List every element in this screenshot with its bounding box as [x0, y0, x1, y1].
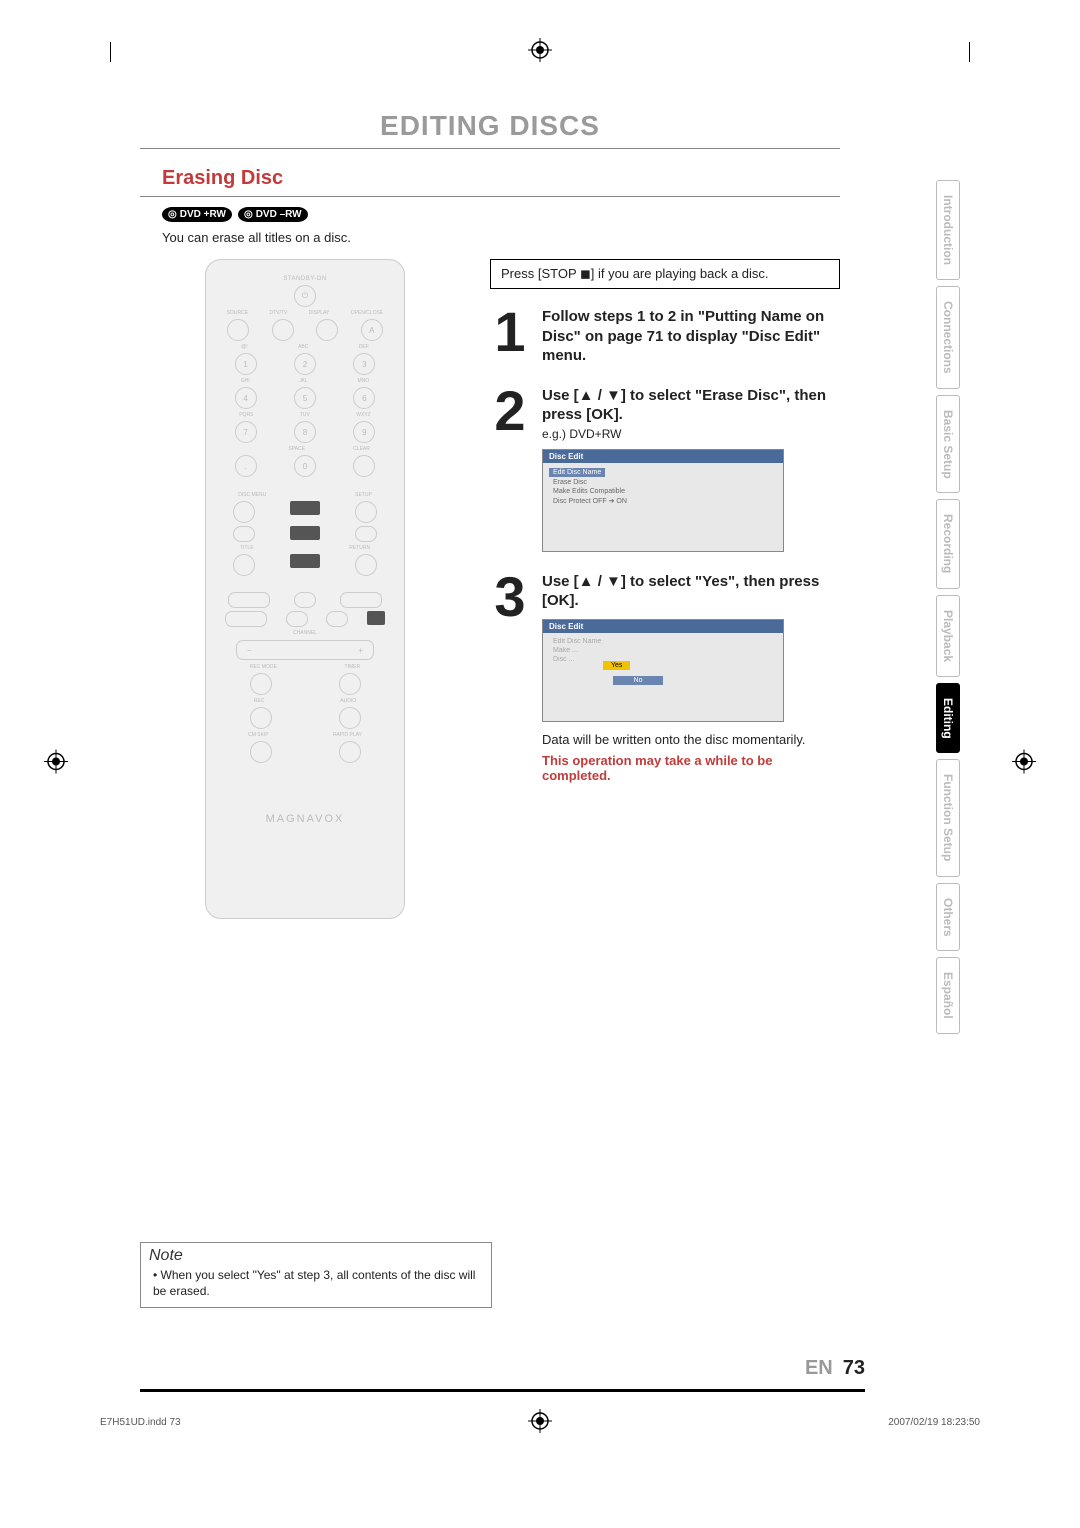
step-number: 3 [490, 572, 530, 783]
note-title: Note [141, 1243, 491, 1267]
section-tabs: Introduction Connections Basic Setup Rec… [936, 180, 964, 1040]
step-2: 2 Use [▲ / ▼] to select "Erase Disc", th… [490, 386, 840, 552]
section-heading: Erasing Disc [162, 167, 840, 190]
registration-mark-top [528, 38, 552, 62]
remote-up-button [290, 501, 320, 515]
title-rule [140, 148, 840, 149]
remote-illustration-column: STANDBY-ON ⏻ SOURCEDTV/TVDISPLAYOPEN/CLO… [140, 259, 470, 919]
manual-page: Introduction Connections Basic Setup Rec… [0, 0, 1080, 1528]
osd-item: Erase Disc [549, 478, 777, 487]
registration-mark-right [1012, 750, 1036, 779]
page-content: EDITING DISCS Erasing Disc ◎DVD +RW ◎DVD… [140, 110, 840, 919]
badge-dvd-minus-rw: ◎DVD –RW [238, 207, 308, 222]
intro-text: You can erase all titles on a disc. [162, 230, 840, 245]
osd-screen-disc-edit: Disc Edit Edit Disc Name Erase Disc Make… [542, 449, 784, 552]
remote-standby-button: ⏻ [294, 285, 316, 307]
remote-standby-label: STANDBY-ON [216, 276, 394, 282]
language-code: EN [805, 1357, 833, 1379]
step-heading: Use [▲ / ▼] to select "Yes", then press … [542, 572, 840, 611]
tab-basic-setup: Basic Setup [936, 395, 960, 494]
section-rule [140, 196, 840, 197]
prestep-note: Press [STOP ◼] if you are playing back a… [490, 259, 840, 289]
remote-stop-button [367, 611, 385, 625]
page-num: 73 [843, 1357, 865, 1379]
tab-introduction: Introduction [936, 180, 960, 280]
osd-item: Edit Disc Name [549, 468, 605, 477]
step-number: 2 [490, 386, 530, 552]
step-1: 1 Follow steps 1 to 2 in "Putting Name o… [490, 307, 840, 366]
osd-yes-option: Yes [603, 661, 630, 670]
osd-item-faded: Make ... [549, 646, 777, 655]
remote-control-illustration: STANDBY-ON ⏻ SOURCEDTV/TVDISPLAYOPEN/CLO… [205, 259, 405, 919]
osd-item: Make Edits Compatible [549, 487, 777, 496]
print-file: E7H51UD.indd 73 [100, 1417, 181, 1428]
step-heading: Use [▲ / ▼] to select "Erase Disc", then… [542, 386, 840, 425]
tab-others: Others [936, 883, 960, 952]
tab-recording: Recording [936, 499, 960, 588]
print-footer: E7H51UD.indd 73 2007/02/19 18:23:50 [100, 1417, 980, 1428]
osd-title: Disc Edit [543, 620, 783, 633]
tab-function-setup: Function Setup [936, 759, 960, 876]
step-number: 1 [490, 307, 530, 366]
remote-row1-labels: SOURCEDTV/TVDISPLAYOPEN/CLOSE [216, 310, 394, 316]
footer-rule [140, 1389, 865, 1392]
step-warning: This operation may take a while to be co… [542, 753, 840, 783]
tab-editing: Editing [936, 683, 960, 754]
note-body: • When you select "Yes" at step 3, all c… [141, 1267, 491, 1307]
osd-item: Disc Protect OFF ➔ ON [549, 496, 777, 506]
osd-item-faded: Disc ... [549, 655, 777, 664]
tab-espanol: Español [936, 957, 960, 1034]
osd-item-faded: Edit Disc Name [549, 637, 777, 646]
osd-screen-confirm: Disc Edit Edit Disc Name Make ... Disc .… [542, 619, 784, 722]
steps-column: Press [STOP ◼] if you are playing back a… [490, 259, 840, 919]
note-box: Note • When you select "Yes" at step 3, … [140, 1242, 492, 1308]
print-date: 2007/02/19 18:23:50 [888, 1417, 980, 1428]
remote-channel-rocker: −+ [236, 640, 374, 660]
remote-down-button [290, 554, 320, 568]
page-number: EN 73 [805, 1357, 865, 1380]
step-subtext: e.g.) DVD+RW [542, 427, 840, 441]
registration-mark-left [44, 750, 68, 779]
step-after-text: Data will be written onto the disc momen… [542, 732, 840, 747]
badge-dvd-plus-rw: ◎DVD +RW [162, 207, 232, 222]
tab-playback: Playback [936, 595, 960, 677]
step-heading: Follow steps 1 to 2 in "Putting Name on … [542, 307, 840, 366]
tab-connections: Connections [936, 286, 960, 389]
remote-channel-label: CHANNEL [216, 630, 394, 636]
remote-brand: MAGNAVOX [216, 813, 394, 825]
step-3: 3 Use [▲ / ▼] to select "Yes", then pres… [490, 572, 840, 783]
osd-title: Disc Edit [543, 450, 783, 463]
page-title: EDITING DISCS [140, 110, 840, 142]
disc-compatibility-badges: ◎DVD +RW ◎DVD –RW [162, 207, 840, 222]
osd-no-option: No [613, 676, 663, 685]
